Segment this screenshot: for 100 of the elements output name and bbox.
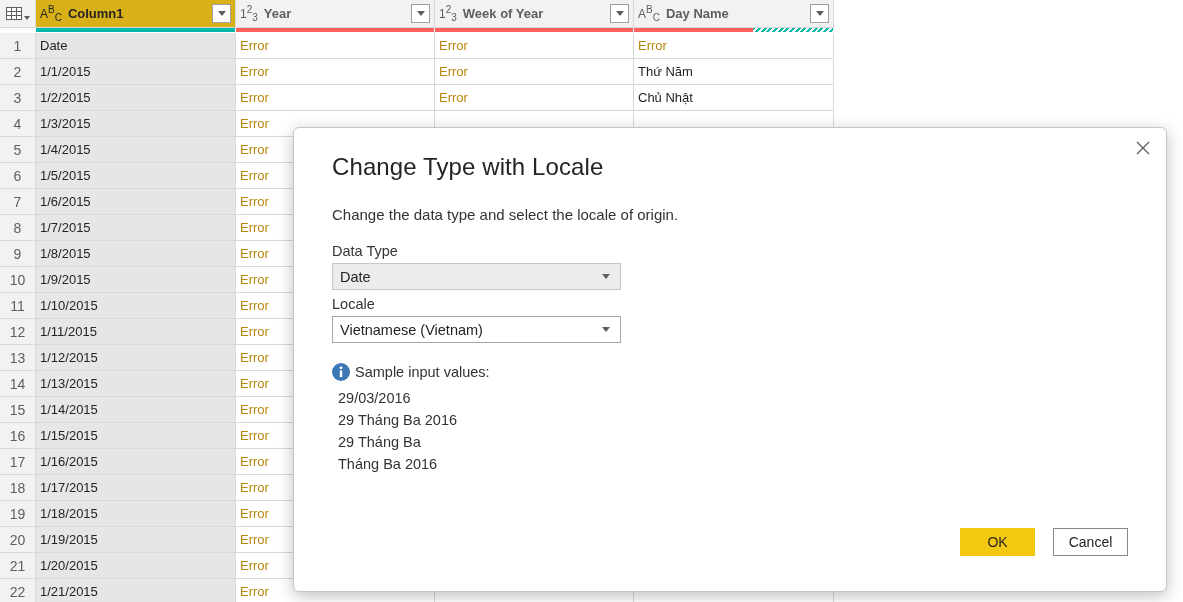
sample-value: Tháng Ba 2016 — [338, 456, 439, 472]
row-number: 17 — [0, 449, 36, 475]
row-number: 1 — [0, 33, 36, 59]
error-value: Error — [240, 246, 269, 261]
column-header[interactable]: A$^{B}$$_{C}$ Day Name — [634, 0, 834, 28]
table-cell: Thứ Năm — [638, 64, 693, 79]
filter-dropdown-button[interactable] — [411, 4, 430, 23]
error-value: Error — [638, 38, 667, 53]
error-value: Error — [240, 376, 269, 391]
row-number: 12 — [0, 319, 36, 345]
sample-value: 29 Tháng Ba 2016 — [338, 412, 459, 428]
row-number: 21 — [0, 553, 36, 579]
error-value: Error — [240, 194, 269, 209]
error-value: Error — [240, 38, 269, 53]
error-value: Error — [240, 532, 269, 547]
table-cell: 1/10/2015 — [40, 298, 98, 313]
row-number: 20 — [0, 527, 36, 553]
row-number: 8 — [0, 215, 36, 241]
table-cell: Date — [40, 38, 68, 53]
row-number: 14 — [0, 371, 36, 397]
filter-dropdown-button[interactable] — [810, 4, 829, 23]
row-number: 4 — [0, 111, 36, 137]
column-title: Week of Year — [462, 6, 545, 21]
error-value: Error — [240, 558, 269, 573]
field-label: Locale — [332, 296, 376, 312]
table-cell: 1/18/2015 — [40, 506, 98, 521]
row-number: 11 — [0, 293, 36, 319]
table-cell: 1/16/2015 — [40, 454, 98, 469]
error-value: Error — [240, 480, 269, 495]
row-number: 22 — [0, 579, 36, 602]
row-number: 2 — [0, 59, 36, 85]
dropdown-caret-icon — [602, 327, 610, 332]
table-cell: 1/12/2015 — [40, 350, 98, 365]
sample-value: 29 Tháng Ba — [338, 434, 422, 450]
table-cell: 1/6/2015 — [40, 194, 91, 209]
error-value: Error — [240, 116, 269, 131]
error-value: Error — [240, 142, 269, 157]
table-menu-icon[interactable] — [5, 6, 30, 21]
table-cell: 1/4/2015 — [40, 142, 91, 157]
table-cell: 1/21/2015 — [40, 584, 98, 599]
row-number: 7 — [0, 189, 36, 215]
row-number: 5 — [0, 137, 36, 163]
column-title: Day Name — [665, 6, 730, 21]
column-header[interactable]: 1$^{2}$$_{3}$ Year — [236, 0, 435, 28]
dropdown-caret-icon — [217, 11, 226, 16]
table-cell: 1/15/2015 — [40, 428, 98, 443]
row-number: 15 — [0, 397, 36, 423]
error-value: Error — [439, 38, 468, 53]
table-cell: 1/8/2015 — [40, 246, 91, 261]
row-number: 18 — [0, 475, 36, 501]
info-icon — [332, 363, 350, 381]
dropdown-caret-icon — [615, 11, 624, 16]
dialog-description: Change the data type and select the locale of origin. — [332, 206, 680, 223]
close-icon — [1136, 141, 1150, 155]
cancel-button[interactable]: Cancel — [1053, 528, 1128, 556]
dropdown-caret-icon — [416, 11, 425, 16]
dropdown-caret-icon — [602, 274, 610, 279]
filter-dropdown-button[interactable] — [212, 4, 231, 23]
row-number: 13 — [0, 345, 36, 371]
row-number: 10 — [0, 267, 36, 293]
table-cell: 1/9/2015 — [40, 272, 91, 287]
sample-heading: Sample input values: — [355, 364, 490, 380]
table-cell: Chủ Nhật — [638, 90, 693, 105]
column-title: Year — [263, 6, 293, 21]
error-value: Error — [240, 272, 269, 287]
error-value: Error — [240, 90, 269, 105]
table-cell: 1/3/2015 — [40, 116, 91, 131]
error-value: Error — [240, 64, 269, 79]
error-value: Error — [439, 90, 468, 105]
row-number: 19 — [0, 501, 36, 527]
row-number: 3 — [0, 85, 36, 111]
error-value: Error — [240, 428, 269, 443]
error-value: Error — [240, 350, 269, 365]
error-value: Error — [240, 584, 269, 599]
sample-value: 29/03/2016 — [338, 390, 412, 406]
table-cell: 1/5/2015 — [40, 168, 91, 183]
column-header[interactable]: 1$^{2}$$_{3}$ Week of Year — [435, 0, 634, 28]
filter-dropdown-button[interactable] — [610, 4, 629, 23]
row-number: 16 — [0, 423, 36, 449]
column-header[interactable]: A$^{B}$$_{C}$ Column1 — [36, 0, 236, 28]
dropdown-caret-icon — [815, 11, 824, 16]
table-cell: 1/17/2015 — [40, 480, 98, 495]
error-value: Error — [240, 168, 269, 183]
column-title: Column1 — [67, 6, 125, 21]
row-number: 9 — [0, 241, 36, 267]
table-cell: 1/2/2015 — [40, 90, 91, 105]
error-value: Error — [240, 506, 269, 521]
dialog-title: Change Type with Locale — [332, 152, 605, 182]
dropdown-field[interactable]: Vietnamese (Vietnam) — [332, 316, 621, 343]
table-cell: 1/11/2015 — [40, 324, 97, 339]
table-cell: 1/19/2015 — [40, 532, 98, 547]
table-cell: 1/7/2015 — [40, 220, 91, 235]
error-value: Error — [439, 64, 468, 79]
row-number: 6 — [0, 163, 36, 189]
field-label: Data Type — [332, 243, 399, 259]
error-value: Error — [240, 220, 269, 235]
table-cell: 1/20/2015 — [40, 558, 98, 573]
table-cell: 1/1/2015 — [40, 64, 91, 79]
ok-button[interactable]: OK — [960, 528, 1035, 556]
table-cell: 1/14/2015 — [40, 402, 98, 417]
